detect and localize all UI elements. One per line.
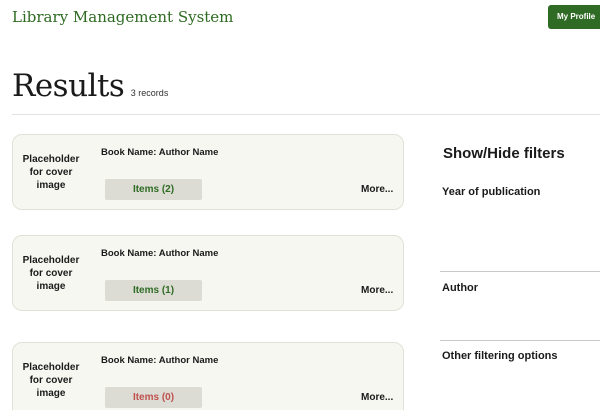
- header-divider: [12, 114, 600, 115]
- book-title: Book Name: Author Name: [101, 355, 219, 366]
- items-button[interactable]: Items (1): [105, 280, 202, 301]
- more-link[interactable]: More...: [361, 285, 393, 296]
- cover-image-placeholder: Placeholder for cover image: [22, 255, 80, 292]
- page-title: Results: [12, 68, 125, 104]
- my-profile-button[interactable]: My Profile: [548, 5, 600, 29]
- show-hide-filters-toggle[interactable]: Show/Hide filters: [443, 145, 565, 162]
- results-heading: Results 3 records: [12, 68, 168, 104]
- book-card: Placeholder for cover image Book Name: A…: [12, 235, 404, 311]
- filter-year-label[interactable]: Year of publication: [442, 186, 540, 198]
- results-count: 3 records: [130, 88, 169, 98]
- cover-image-placeholder: Placeholder for cover image: [22, 154, 80, 191]
- filter-divider: [440, 271, 600, 272]
- app-title: Library Management System: [12, 8, 234, 26]
- filter-other-options-label[interactable]: Other filtering options: [442, 350, 558, 362]
- book-title: Book Name: Author Name: [101, 248, 219, 259]
- book-card: Placeholder for cover image Book Name: A…: [12, 134, 404, 210]
- book-card: Placeholder for cover image Book Name: A…: [12, 342, 404, 410]
- cover-image-placeholder: Placeholder for cover image: [22, 362, 80, 399]
- items-button[interactable]: Items (0): [105, 387, 202, 408]
- items-button[interactable]: Items (2): [105, 179, 202, 200]
- more-link[interactable]: More...: [361, 184, 393, 195]
- book-title: Book Name: Author Name: [101, 147, 219, 158]
- filter-author-label[interactable]: Author: [442, 282, 478, 294]
- filter-divider: [440, 340, 600, 341]
- more-link[interactable]: More...: [361, 392, 393, 403]
